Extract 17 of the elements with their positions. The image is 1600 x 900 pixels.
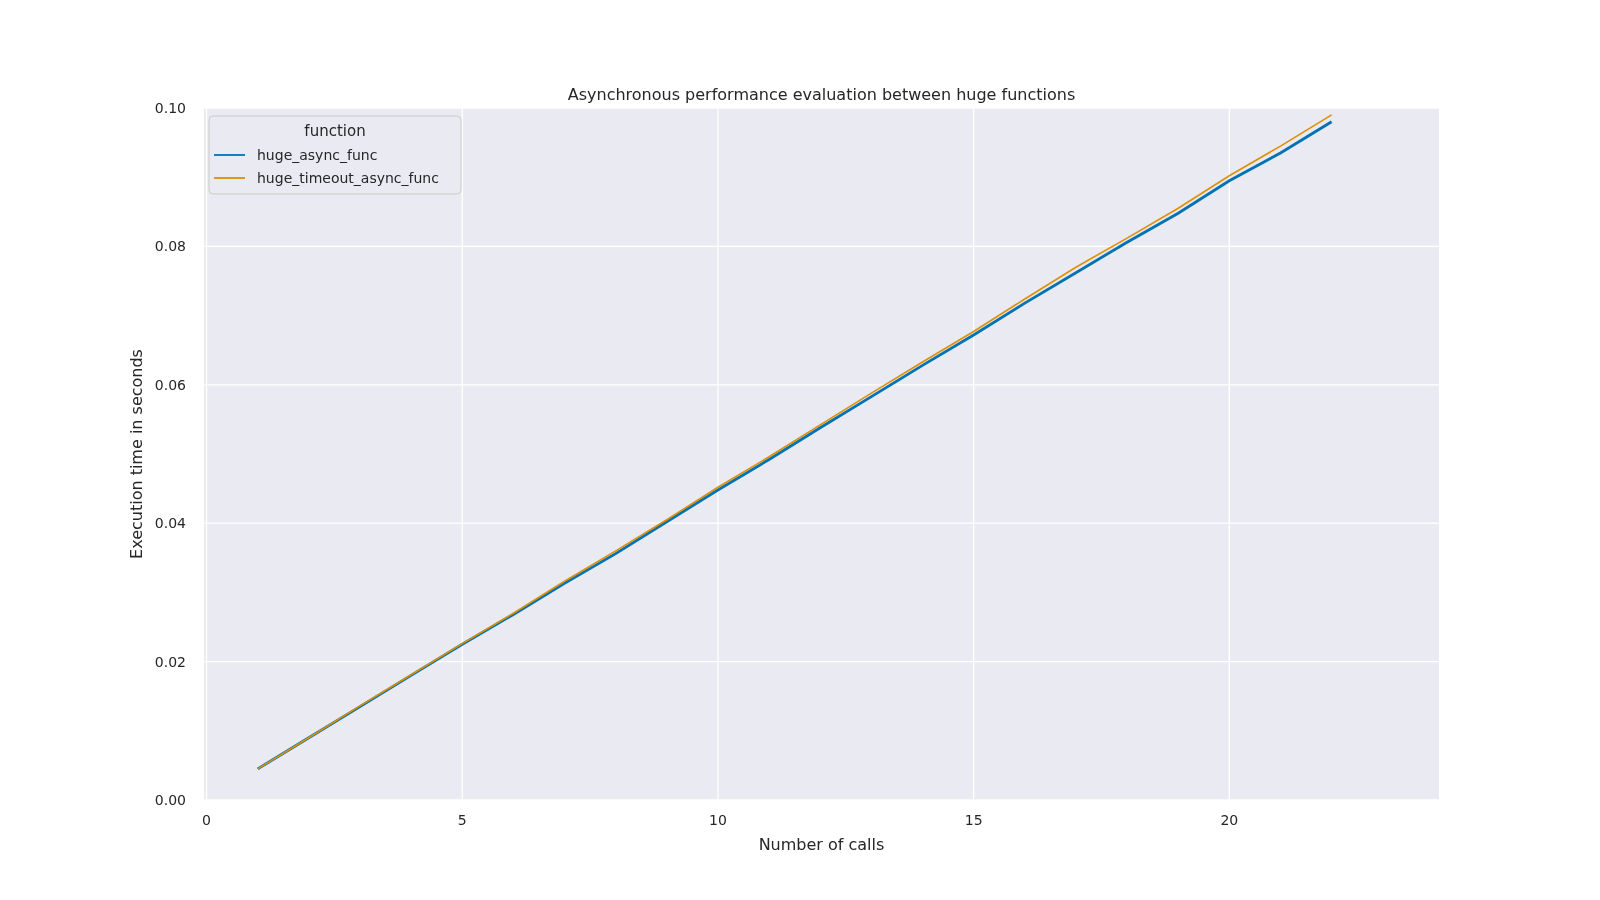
x-tick-label: 0: [202, 812, 211, 828]
y-tick-label: 0.00: [154, 792, 186, 808]
y-tick-label: 0.02: [154, 653, 186, 670]
x-axis-label: Number of calls: [758, 835, 885, 854]
y-tick-label: 0.10: [154, 100, 186, 116]
x-tick-label: 5: [457, 812, 467, 828]
chart-title: Asynchronous performance evaluation between huge functions: [567, 85, 1076, 104]
x-tick-label: 20: [1220, 812, 1239, 828]
y-axis-label: Execution time in seconds: [127, 349, 146, 559]
y-tick-label: 0.06: [154, 376, 186, 393]
y-tick-label: 0.04: [154, 515, 186, 532]
legend-label: huge_timeout_async_func: [257, 170, 439, 186]
x-tick-label: 15: [964, 812, 983, 828]
x-tick-label: 10: [709, 812, 727, 828]
legend-title: function: [304, 122, 366, 140]
legend-label: huge_async_func: [257, 147, 378, 163]
y-tick-label: 0.08: [154, 238, 186, 255]
